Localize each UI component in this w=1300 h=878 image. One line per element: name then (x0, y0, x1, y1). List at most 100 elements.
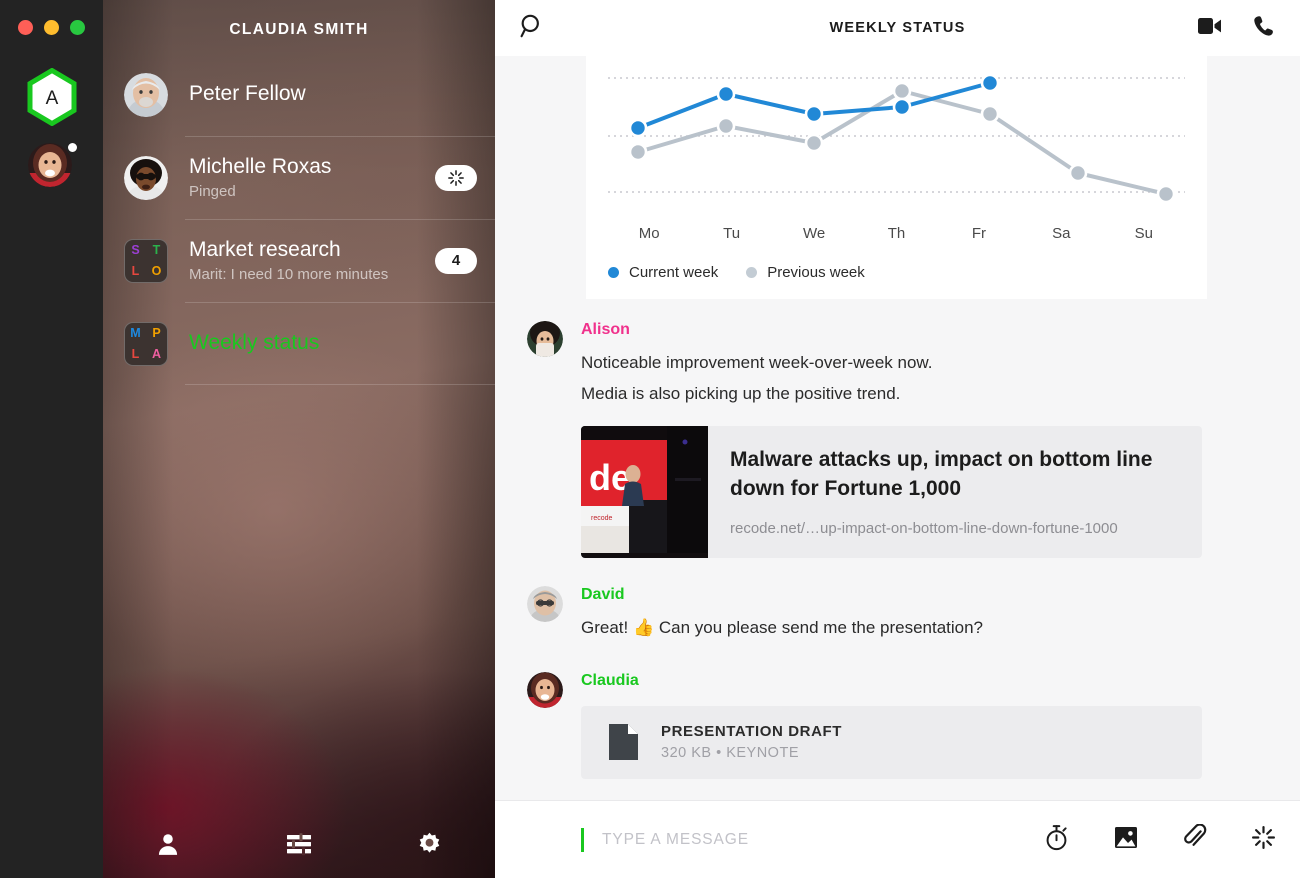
page-title: WEEKLY STATUS (829, 20, 966, 36)
avatar-image (527, 321, 563, 357)
workspace-initial: A (46, 88, 59, 109)
legend-label: Previous week (767, 264, 865, 281)
minimize-window-button[interactable] (44, 20, 59, 35)
workspace-rail: A (0, 0, 103, 878)
ping-button[interactable] (1251, 825, 1276, 855)
avatar-image (527, 671, 563, 708)
settings-button[interactable] (364, 831, 495, 858)
app-window: A CLAUDIA SMITH Peter Fellow Michelle Ro… (0, 0, 1300, 878)
message-thread[interactable]: Mo Tu We Th Fr Sa Su Current week Previo… (495, 56, 1300, 800)
thumbnail-image: de recode (581, 426, 708, 554)
gear-icon (419, 832, 440, 853)
legend-label: Current week (629, 264, 719, 281)
group-letter: L (131, 347, 140, 361)
line-chart (608, 56, 1185, 219)
conversation-name: Peter Fellow (189, 82, 306, 106)
contacts-button[interactable] (103, 831, 234, 857)
ping-badge[interactable] (435, 164, 477, 191)
stopwatch-icon (1046, 824, 1067, 850)
file-attachment-card[interactable]: PRESENTATION DRAFT 320 KB • KEYNOTE (581, 705, 1202, 779)
file-name: PRESENTATION DRAFT (661, 723, 843, 741)
legend-swatch (608, 267, 619, 278)
group-letter: M (130, 326, 141, 340)
close-window-button[interactable] (18, 20, 33, 35)
avatar-image (124, 72, 168, 117)
search-button[interactable] (519, 13, 545, 44)
legend-item-current-week: Current week (608, 264, 718, 281)
message-author: David (581, 586, 625, 604)
message-alison: Alison Noticeable improvement week-over-… (495, 299, 1207, 559)
conversation-row-peter-fellow[interactable]: Peter Fellow (103, 53, 495, 136)
group-letter: A (151, 347, 162, 361)
avatar-image (527, 586, 563, 623)
search-icon (520, 14, 539, 37)
message-line: Media is also picking up the positive tr… (581, 383, 901, 403)
axis-tick: We (802, 225, 826, 242)
chart-svg (608, 73, 1185, 204)
axis-tick: Su (1134, 225, 1153, 242)
ping-icon (1251, 825, 1276, 849)
maximize-window-button[interactable] (70, 20, 85, 35)
avatar[interactable] (527, 321, 563, 357)
axis-tick: Th (887, 225, 906, 242)
hexagon-icon: A (27, 67, 77, 127)
conversation-sidebar: CLAUDIA SMITH Peter Fellow Michelle Roxa… (103, 0, 495, 878)
legend-item-previous-week: Previous week (746, 264, 865, 281)
axis-tick: Sa (1052, 225, 1071, 242)
image-button[interactable] (1113, 825, 1139, 855)
conversation-name: Michelle Roxas (189, 154, 332, 178)
avatar[interactable] (527, 671, 563, 708)
chat-pane: WEEKLY STATUS Mo Tu We Th Fr Sa Su Curre… (495, 0, 1300, 878)
video-call-button[interactable] (1197, 16, 1224, 41)
conversation-preview: Marit: I need 10 more minutes (189, 266, 389, 284)
chart-legend: Current week Previous week (608, 264, 1207, 281)
avatar (124, 155, 168, 200)
ping-icon (448, 169, 464, 186)
attachment-button[interactable] (1183, 822, 1207, 856)
sidebar-footer-nav (103, 810, 495, 878)
conversation-name: Market research (189, 237, 341, 261)
image-icon (1115, 826, 1137, 848)
conversation-row-market-research[interactable]: S T L O Market research Marit: I need 10… (103, 219, 495, 302)
person-icon (159, 834, 178, 855)
chart-x-axis: Mo Tu We Th Fr Sa Su (608, 219, 1185, 242)
group-letter: O (151, 264, 162, 278)
avatar (124, 72, 168, 117)
link-preview-url: recode.net/…up-impact-on-bottom-line-dow… (730, 520, 1118, 538)
avatar-image (124, 155, 168, 200)
timer-button[interactable] (1044, 824, 1069, 856)
file-meta: 320 KB • KEYNOTE (661, 745, 799, 762)
group-avatar: M P L A (124, 321, 168, 366)
axis-tick: Tu (723, 225, 741, 242)
series-current-week-points (628, 73, 1000, 138)
window-traffic-lights (18, 20, 85, 35)
video-camera-icon (1198, 17, 1221, 34)
conversation-row-michelle-roxas[interactable]: Michelle Roxas Pinged (103, 136, 495, 219)
chat-topbar: WEEKLY STATUS (495, 0, 1300, 56)
legend-swatch (746, 267, 758, 278)
avatar[interactable] (527, 586, 563, 623)
svg-text:recode: recode (591, 515, 613, 522)
message-input[interactable] (602, 830, 1016, 849)
unread-indicator-dot (66, 141, 79, 154)
conversation-list: Peter Fellow Michelle Roxas Pinged S T L… (103, 53, 495, 385)
account-avatar-button[interactable] (28, 141, 79, 191)
voice-call-button[interactable] (1252, 14, 1276, 43)
axis-tick: Fr (971, 225, 986, 242)
axis-tick: Mo (638, 225, 660, 242)
group-letter: T (152, 243, 161, 257)
filters-button[interactable] (234, 832, 365, 856)
message-david: David Great! 👍 Can you please send me th… (495, 558, 1207, 644)
message-claudia: Claudia PRESENTATION DRAFT 320 KB • KEYN… (495, 644, 1207, 779)
sidebar-user-name: CLAUDIA SMITH (229, 21, 369, 38)
conversation-row-weekly-status[interactable]: M P L A Weekly status (103, 302, 495, 385)
group-letter: P (152, 326, 161, 340)
phone-icon (1254, 15, 1273, 36)
conversation-preview: Pinged (189, 183, 236, 201)
link-preview-card[interactable]: de recode Malware attacks up, impact on … (581, 426, 1202, 559)
conversation-name: Weekly status (189, 331, 320, 355)
group-letter: L (131, 264, 140, 278)
link-preview-thumbnail: de recode (581, 426, 708, 559)
group-avatar: S T L O (124, 238, 168, 283)
workspace-hex-button[interactable]: A (26, 67, 78, 127)
